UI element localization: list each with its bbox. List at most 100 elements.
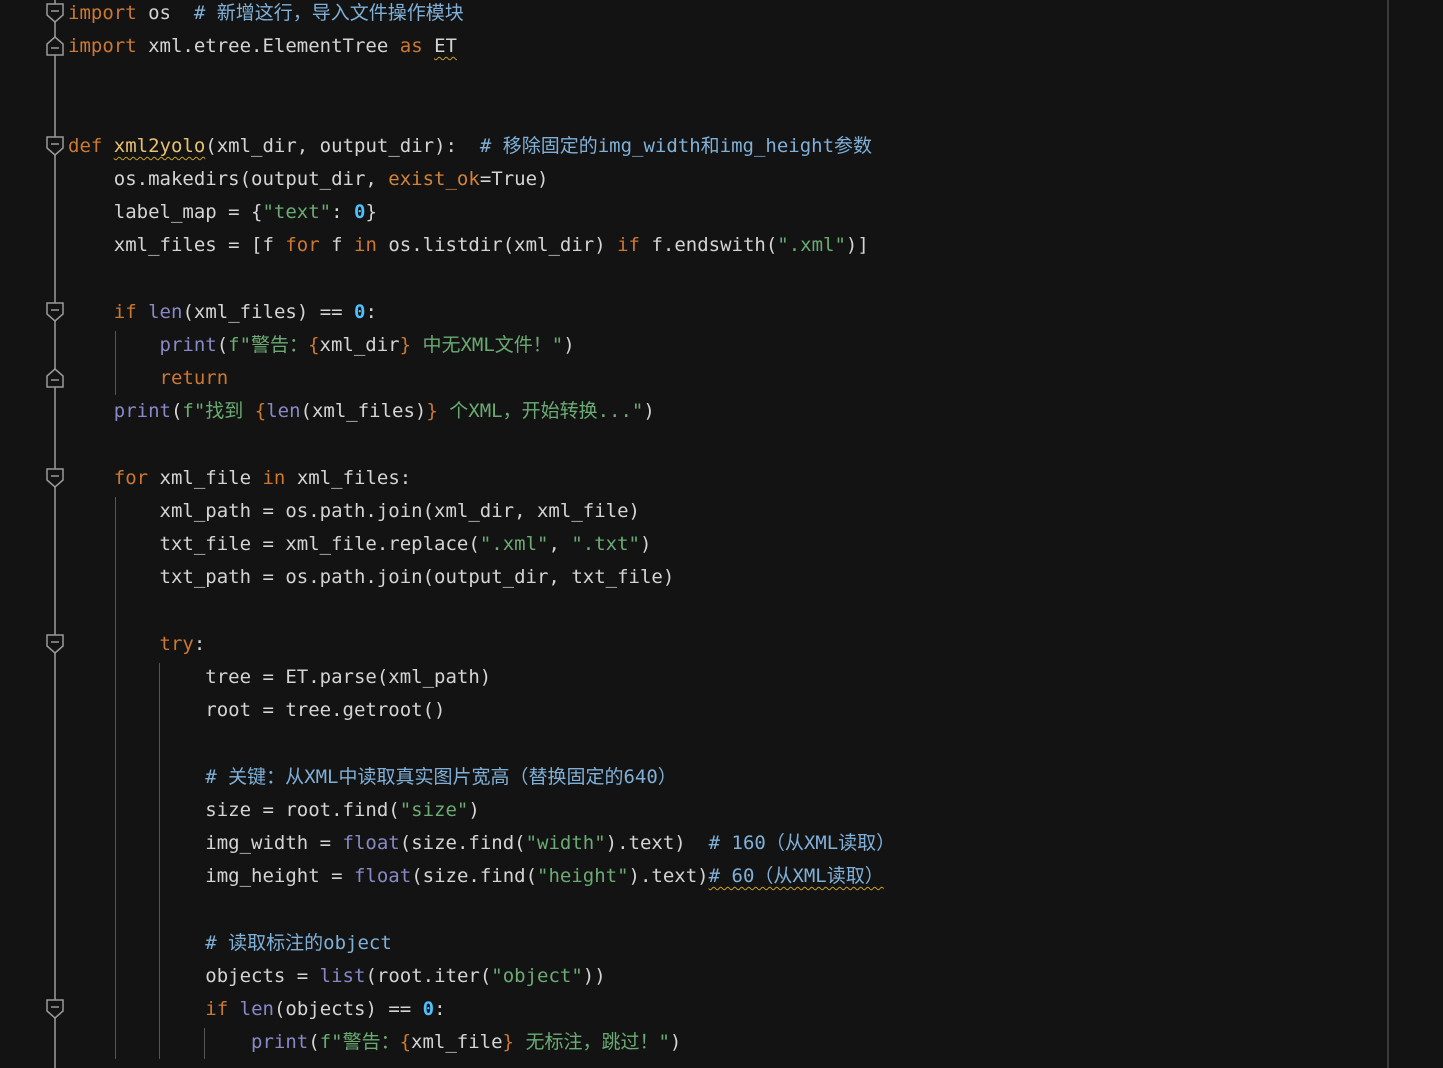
fold-collapse-icon[interactable]	[46, 468, 64, 488]
code-token: exist_ok	[388, 168, 480, 190]
code-line[interactable]: os.makedirs(output_dir, exist_ok=True)	[68, 163, 549, 196]
code-token: xml_file	[148, 466, 263, 489]
code-token: f"警告：	[319, 1031, 400, 1054]
code-token: )	[669, 1031, 682, 1054]
code-token: in	[354, 234, 377, 257]
fold-gutter	[54, 0, 56, 1068]
code-token: )	[563, 334, 575, 356]
code-token: size = root.find(	[68, 798, 400, 821]
code-token: # 新增这行，导入文件操作模块	[193, 2, 464, 24]
code-token: xml_file	[411, 1031, 503, 1054]
code-token: )	[639, 533, 652, 556]
code-token: xml_path = os.path.join(xml_dir, xml_fil…	[68, 500, 640, 522]
code-line[interactable]: # 关键：从XML中读取真实图片宽高（替换固定的640）	[68, 761, 677, 794]
code-token: ".xml"	[777, 234, 846, 257]
code-token: ET	[434, 35, 457, 58]
code-line[interactable]: img_height = float(size.find("height").t…	[68, 860, 884, 893]
code-token: as	[399, 35, 423, 58]
code-line[interactable]: print(f"警告：{xml_dir} 中无XML文件！")	[68, 329, 575, 362]
fold-end-icon[interactable]	[46, 36, 64, 56]
code-line[interactable]: img_width = float(size.find("width").tex…	[68, 827, 895, 860]
code-line[interactable]: root = tree.getroot()	[68, 694, 445, 727]
code-token: "object"	[491, 964, 583, 987]
code-line[interactable]: print(f"找到 {len(xml_files)} 个XML，开始转换...…	[68, 395, 655, 428]
code-line[interactable]: import os # 新增这行，导入文件操作模块	[68, 0, 464, 30]
code-line[interactable]: for xml_file in xml_files:	[68, 462, 411, 495]
code-token: txt_file = xml_file.replace(	[68, 533, 480, 556]
code-token: (root.iter(	[365, 964, 492, 987]
code-line[interactable]: size = root.find("size")	[68, 794, 480, 827]
code-line[interactable]: try:	[68, 628, 206, 661]
code-token: =True)	[479, 168, 549, 190]
code-token: :	[365, 300, 377, 323]
code-token: }	[426, 400, 438, 423]
fold-collapse-icon[interactable]	[46, 3, 64, 23]
code-token: # 160（从XML读取）	[708, 832, 896, 854]
code-token: # 60（从XML读取）	[708, 865, 884, 888]
code-token: f	[319, 234, 354, 257]
code-token: xml2yolo	[113, 134, 206, 157]
code-token: ".xml"	[479, 533, 549, 556]
code-token: (objects) ==	[273, 998, 423, 1020]
code-token: # 读取标注的object	[205, 931, 392, 954]
code-token: ).text)	[605, 832, 709, 854]
code-line[interactable]: txt_path = os.path.join(output_dir, txt_…	[68, 561, 675, 594]
fold-collapse-icon[interactable]	[46, 302, 64, 322]
fold-collapse-icon[interactable]	[46, 634, 64, 654]
code-token: 个XML，开始转换..."	[437, 400, 644, 423]
code-editor[interactable]: import os # 新增这行，导入文件操作模块 import xml.etre…	[0, 0, 1443, 1068]
code-token: }	[502, 1031, 514, 1054]
code-token: print	[159, 334, 217, 356]
code-token: tree = ET.parse(xml_path)	[68, 666, 492, 688]
code-token: img_width =	[68, 832, 343, 854]
code-line[interactable]: def xml2yolo(xml_dir, output_dir): # 移除固…	[68, 130, 872, 163]
fold-collapse-icon[interactable]	[46, 136, 64, 156]
code-token: )]	[845, 234, 869, 257]
fold-end-icon[interactable]	[46, 368, 64, 388]
code-token: (	[308, 1031, 320, 1054]
code-token: (	[170, 400, 183, 423]
code-token: os.makedirs(output_dir,	[68, 168, 389, 190]
code-token: float	[353, 865, 412, 888]
code-token: }	[365, 201, 377, 224]
code-line[interactable]: objects = list(root.iter("object"))	[68, 960, 605, 993]
code-line[interactable]: xml_path = os.path.join(xml_dir, xml_fil…	[68, 495, 640, 528]
code-line[interactable]: tree = ET.parse(xml_path)	[68, 661, 491, 694]
code-line[interactable]: if len(xml_files) == 0:	[68, 296, 377, 329]
code-line[interactable]: import xml.etree.ElementTree as ET	[68, 30, 457, 63]
code-token: if	[617, 234, 640, 257]
code-token: {	[254, 400, 267, 423]
code-line[interactable]: # 读取标注的object	[68, 927, 392, 960]
code-token: xml_files:	[285, 466, 412, 489]
code-token: ,	[548, 533, 572, 556]
code-token: print	[251, 1031, 309, 1054]
code-token: for	[113, 466, 149, 489]
code-token: 无标注，跳过！"	[514, 1031, 670, 1054]
code-line[interactable]: return	[68, 362, 229, 395]
code-line[interactable]: txt_file = xml_file.replace(".xml", ".tx…	[68, 528, 652, 561]
code-token: float	[342, 832, 400, 854]
code-line[interactable]: if len(objects) == 0:	[68, 993, 445, 1026]
code-token: (xml_files)	[300, 400, 427, 423]
code-token: )	[643, 400, 655, 423]
code-line[interactable]: xml_files = [f for f in os.listdir(xml_d…	[68, 229, 869, 262]
code-line[interactable]: label_map = {"text": 0}	[68, 196, 377, 229]
code-token: "width"	[525, 832, 606, 854]
code-token: try	[159, 632, 194, 655]
code-token: xml_dir	[319, 334, 400, 356]
code-token: )	[468, 798, 480, 821]
fold-collapse-icon[interactable]	[46, 999, 64, 1019]
code-token: {	[399, 1031, 412, 1054]
code-token: import	[68, 2, 137, 24]
code-token: os	[136, 2, 194, 24]
code-line[interactable]: print(f"警告：{xml_file} 无标注，跳过！")	[68, 1026, 681, 1059]
code-token: 0	[422, 998, 435, 1020]
code-token: :	[331, 201, 354, 224]
